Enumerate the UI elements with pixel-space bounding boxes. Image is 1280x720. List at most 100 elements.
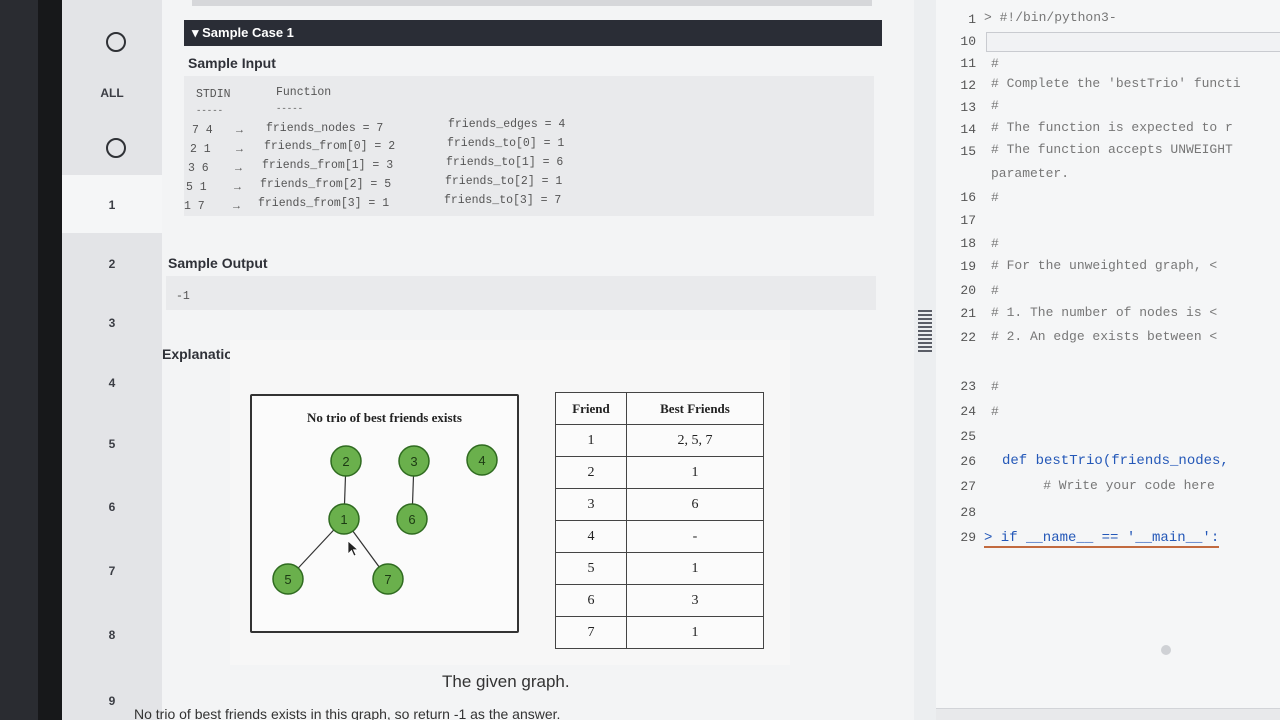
line-number: 21 (960, 306, 976, 321)
code-line: # 2. An edge exists between < (991, 329, 1218, 344)
table-cell: 4 (555, 520, 627, 553)
function2-row-5: friends_to[3] = 7 (444, 194, 562, 207)
line-number: 16 (960, 190, 976, 205)
table-cell: 1 (626, 616, 764, 649)
sample-input-block: STDIN Function ----- ----- 7 4 → friends… (184, 76, 874, 216)
svg-text:5: 5 (284, 572, 291, 587)
line-number: 1 (968, 12, 976, 27)
node-2: 2 (330, 445, 362, 477)
scroll-dot (1161, 645, 1171, 655)
table-row: 63 (555, 584, 764, 617)
line-number: 19 (960, 259, 976, 274)
table-header-friend: Friend (555, 392, 627, 425)
line-number: 13 (960, 100, 976, 115)
table-row: 71 (555, 616, 764, 649)
table-row: 21 (555, 456, 764, 489)
nav-question-1[interactable]: 1 (62, 198, 162, 212)
nav-question-6[interactable]: 6 (62, 500, 162, 514)
line-number: 25 (960, 429, 976, 444)
graph-panel: No trio of best friends exists 2 3 4 1 6… (250, 394, 519, 633)
function2-row-3: friends_to[1] = 6 (446, 156, 564, 169)
sample-input-title: Sample Input (188, 55, 276, 71)
line-number: 23 (960, 379, 976, 394)
table-header-best-friends: Best Friends (626, 392, 764, 425)
editor-active-line (986, 32, 1280, 52)
table-row: 4- (555, 520, 764, 553)
drag-handle-icon[interactable] (918, 310, 932, 352)
code-line: # (991, 56, 999, 71)
table-cell: - (626, 520, 764, 553)
code-line-def: def bestTrio(friends_nodes, (1002, 453, 1229, 469)
code-line: # (991, 190, 999, 205)
code-line: # The function is expected to r (991, 120, 1233, 135)
line-number: 24 (960, 404, 976, 419)
stdin-row-4: 5 1 (186, 181, 207, 194)
node-1: 1 (328, 503, 360, 535)
function-row-4: friends_from[2] = 5 (260, 178, 392, 191)
node-7: 7 (372, 563, 404, 595)
table-cell: 6 (555, 584, 627, 617)
stdin-row-3: 3 6 (188, 162, 209, 175)
function2-row-4: friends_to[2] = 1 (445, 175, 563, 188)
function2-row-2: friends_to[0] = 1 (447, 137, 565, 150)
stdin-row-2: 2 1 (190, 143, 211, 156)
code-line-shebang: > #!/bin/python3- (984, 10, 1117, 25)
svg-text:6: 6 (408, 512, 415, 527)
screen: ALL 1 2 3 4 5 6 7 8 9 ▾ Sample Case 1 Sa… (62, 0, 1280, 720)
code-line: # (991, 379, 999, 394)
editor-footer (936, 708, 1280, 720)
line-number: 10 (960, 34, 976, 49)
nav-question-7[interactable]: 7 (62, 564, 162, 578)
col-stdin: STDIN (196, 88, 231, 101)
code-line: # For the unweighted graph, < (991, 258, 1218, 273)
function-row-5: friends_from[3] = 1 (258, 197, 390, 210)
table-cell: 3 (626, 584, 764, 617)
compass-icon[interactable] (106, 32, 126, 52)
line-number: 12 (960, 78, 976, 93)
line-number: 18 (960, 236, 976, 251)
nav-all[interactable]: ALL (62, 86, 162, 100)
line-number: 14 (960, 122, 976, 137)
monitor-bezel (0, 0, 70, 720)
table-row: 1 2, 5, 7 (555, 424, 764, 457)
function-row-1: friends_nodes = 7 (266, 122, 384, 135)
code-line-main: > if __name__ == '__main__': (984, 530, 1220, 548)
table-row: 36 (555, 488, 764, 521)
code-editor[interactable]: 1 > #!/bin/python3- 10 11 # 12 # Complet… (936, 0, 1280, 720)
arrow-5: → (233, 200, 240, 213)
table-cell: 2, 5, 7 (626, 424, 764, 457)
nav-question-2[interactable]: 2 (62, 257, 162, 271)
svg-text:4: 4 (478, 453, 485, 468)
code-line: # (991, 98, 999, 113)
question-nav: ALL 1 2 3 4 5 6 7 8 9 (62, 0, 162, 720)
nav-question-5[interactable]: 5 (62, 437, 162, 451)
line-number: 22 (960, 330, 976, 345)
nav-question-4[interactable]: 4 (62, 376, 162, 390)
nav-question-3[interactable]: 3 (62, 316, 162, 330)
node-5: 5 (272, 563, 304, 595)
svg-text:2: 2 (342, 454, 349, 469)
table-cell: 6 (626, 488, 764, 521)
clock-icon[interactable] (106, 138, 126, 158)
code-line-comment: # Write your code here (1012, 478, 1215, 493)
explanation-image: No trio of best friends exists 2 3 4 1 6… (230, 340, 790, 665)
function2-row-1: friends_edges = 4 (448, 118, 566, 131)
code-line: # The function accepts UNWEIGHT (991, 142, 1233, 157)
function-row-3: friends_from[1] = 3 (262, 159, 394, 172)
sample-case-header[interactable]: ▾ Sample Case 1 (184, 20, 882, 46)
figure-caption: The given graph. (442, 672, 570, 691)
code-line: # (991, 283, 999, 298)
best-friends-table: Friend Best Friends 1 2, 5, 7 21 36 4- 51… (555, 392, 764, 649)
svg-text:3: 3 (410, 454, 417, 469)
nav-question-8[interactable]: 8 (62, 628, 162, 642)
stdin-row-5: 1 7 (184, 200, 205, 213)
function-row-2: friends_from[0] = 2 (264, 140, 396, 153)
pane-splitter[interactable] (914, 0, 936, 720)
table-header-row: Friend Best Friends (555, 392, 764, 425)
top-strip (192, 0, 872, 6)
svg-text:1: 1 (340, 512, 347, 527)
sample-output-title: Sample Output (168, 255, 268, 271)
graph-diagram: 2 3 4 1 6 5 7 (272, 444, 498, 595)
sample-output-block: -1 (166, 276, 876, 310)
code-line-wrap: parameter. (991, 166, 1070, 181)
